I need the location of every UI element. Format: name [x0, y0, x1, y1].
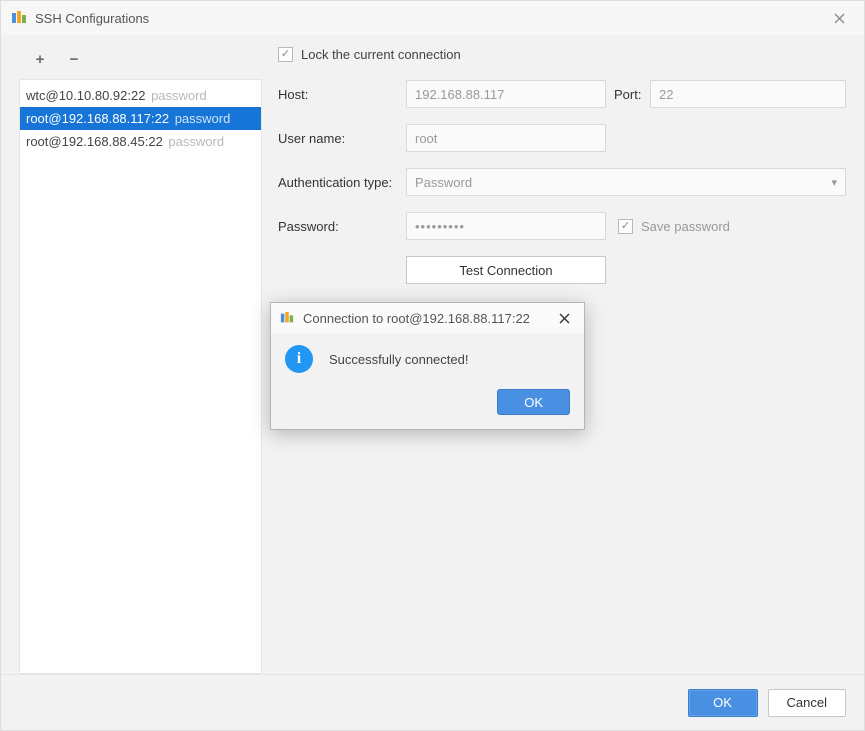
close-icon[interactable]	[552, 306, 576, 330]
config-item-hint: password	[171, 111, 230, 126]
password-label: Password:	[278, 219, 406, 234]
user-row: User name: root	[278, 124, 846, 152]
ssh-config-dialog: SSH Configurations + − wtc@10.10.80.92:2…	[0, 0, 865, 731]
add-config-button[interactable]: +	[31, 50, 49, 68]
host-label: Host:	[278, 87, 406, 102]
save-password-checkbox[interactable]	[618, 219, 633, 234]
modal-titlebar: Connection to root@192.168.88.117:22	[271, 303, 584, 333]
modal-ok-button[interactable]: OK	[497, 389, 570, 415]
modal-message: Successfully connected!	[329, 352, 468, 367]
host-input[interactable]: 192.168.88.117	[406, 80, 606, 108]
auth-type-select[interactable]: Password ▾	[406, 168, 846, 196]
config-item[interactable]: wtc@10.10.80.92:22 password	[20, 84, 261, 107]
password-input[interactable]: •••••••••	[406, 212, 606, 240]
lock-label: Lock the current connection	[301, 47, 461, 62]
auth-label: Authentication type:	[278, 175, 406, 190]
connection-result-dialog: Connection to root@192.168.88.117:22 i S…	[270, 302, 585, 430]
dialog-footer: OK Cancel	[1, 674, 864, 730]
config-item-name: root@192.168.88.45:22	[26, 134, 163, 149]
port-input[interactable]: 22	[650, 80, 846, 108]
window-title: SSH Configurations	[35, 11, 149, 26]
password-row: Password: ••••••••• Save password	[278, 212, 846, 240]
auth-type-value: Password	[415, 175, 472, 190]
chevron-down-icon: ▾	[831, 176, 837, 189]
config-item[interactable]: root@192.168.88.117:22 password	[20, 107, 261, 130]
config-item-hint: password	[165, 134, 224, 149]
host-row: Host: 192.168.88.117 Port: 22	[278, 80, 846, 108]
app-icon	[11, 10, 27, 26]
username-input[interactable]: root	[406, 124, 606, 152]
save-password-wrap: Save password	[618, 219, 730, 234]
cancel-button[interactable]: Cancel	[768, 689, 846, 717]
user-label: User name:	[278, 131, 406, 146]
config-item-hint: password	[147, 88, 206, 103]
modal-footer: OK	[271, 379, 584, 429]
test-connection-button[interactable]: Test Connection	[406, 256, 606, 284]
port-label: Port:	[614, 87, 650, 102]
config-item-name: wtc@10.10.80.92:22	[26, 88, 145, 103]
config-item[interactable]: root@192.168.88.45:22 password	[20, 130, 261, 153]
ok-button[interactable]: OK	[688, 689, 758, 717]
test-row: Test Connection	[278, 256, 846, 284]
info-icon: i	[285, 345, 313, 373]
config-list-panel: + − wtc@10.10.80.92:22 passwordroot@192.…	[19, 45, 262, 674]
modal-title: Connection to root@192.168.88.117:22	[303, 311, 530, 326]
lock-checkbox[interactable]	[278, 47, 293, 62]
modal-body: i Successfully connected!	[271, 333, 584, 379]
list-toolbar: + −	[19, 45, 262, 73]
titlebar: SSH Configurations	[1, 1, 864, 35]
remove-config-button[interactable]: −	[65, 50, 83, 68]
config-item-name: root@192.168.88.117:22	[26, 111, 169, 126]
app-icon	[279, 310, 295, 326]
close-icon[interactable]	[824, 3, 854, 33]
save-password-label: Save password	[641, 219, 730, 234]
lock-row: Lock the current connection	[278, 47, 846, 62]
auth-row: Authentication type: Password ▾	[278, 168, 846, 196]
config-list[interactable]: wtc@10.10.80.92:22 passwordroot@192.168.…	[19, 79, 262, 674]
